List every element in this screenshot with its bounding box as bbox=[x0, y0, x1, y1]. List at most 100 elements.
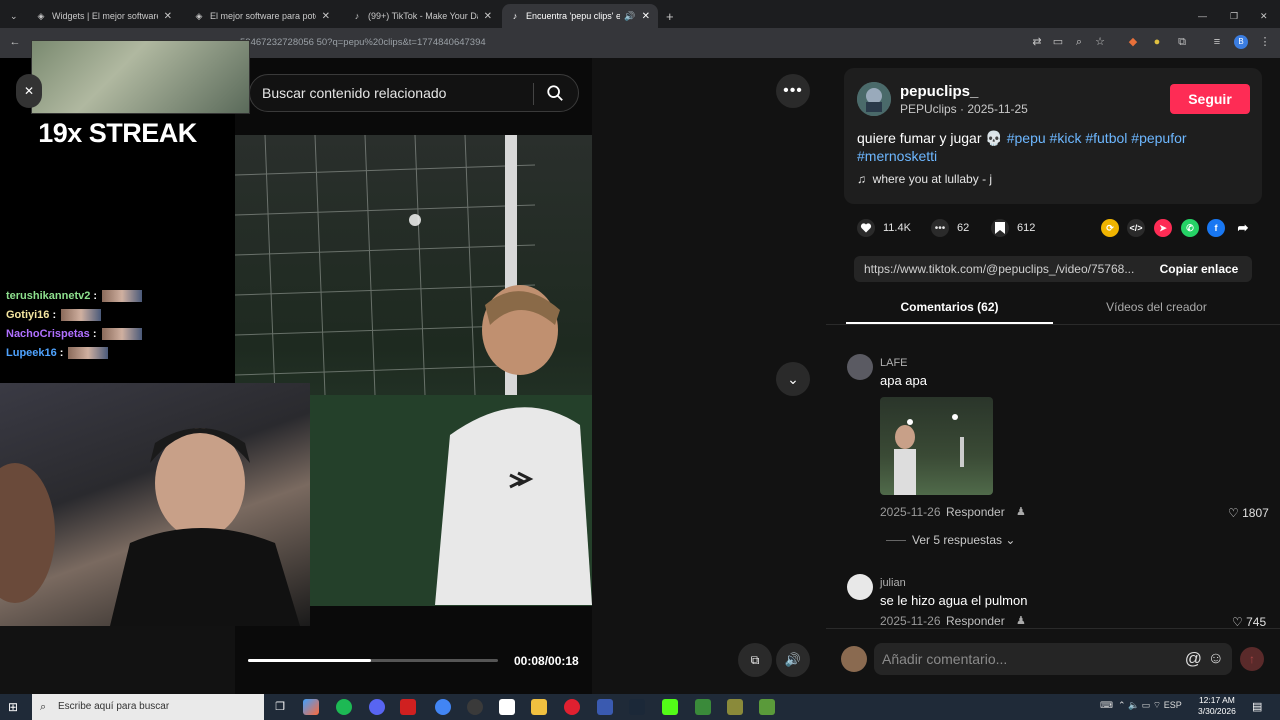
reading-list-icon[interactable]: ≡ bbox=[1210, 35, 1224, 49]
menu-kebab-icon[interactable]: ⋮ bbox=[1258, 35, 1272, 49]
minimize-button[interactable]: — bbox=[1194, 4, 1214, 28]
task-view-icon[interactable]: ❐ bbox=[272, 699, 288, 715]
taskbar-clock[interactable]: 12:17 AM 3/30/2026 bbox=[1198, 695, 1236, 717]
comment-image[interactable] bbox=[880, 397, 993, 495]
close-video-button[interactable]: ✕ bbox=[16, 74, 42, 108]
hashtag-link[interactable]: #futbol bbox=[1085, 130, 1127, 146]
extension-icon[interactable]: ◆ bbox=[1126, 35, 1140, 49]
like-button[interactable]: 11.4K bbox=[857, 219, 911, 237]
emoji-icon[interactable]: ☺ bbox=[1208, 643, 1224, 675]
facebook-icon[interactable]: f bbox=[1207, 219, 1225, 237]
tab-creator-videos[interactable]: Vídeos del creador bbox=[1053, 300, 1260, 314]
restore-button[interactable]: ❐ bbox=[1226, 4, 1246, 28]
volume-button[interactable]: 🔊 bbox=[776, 643, 810, 677]
extensions-puzzle-icon[interactable]: ⧉ bbox=[1175, 35, 1189, 49]
minecraft-launcher-icon[interactable] bbox=[759, 699, 775, 715]
comment-input[interactable]: Añadir comentario... @ ☺ bbox=[874, 643, 1232, 675]
app-icon[interactable] bbox=[727, 699, 743, 715]
browser-tab-1[interactable]: ◈ Widgets | El mejor software par ✕ bbox=[28, 4, 180, 28]
app-icon[interactable] bbox=[499, 699, 515, 715]
save-button[interactable]: 612 bbox=[991, 219, 1035, 237]
reply-button[interactable]: Responder bbox=[946, 614, 1005, 628]
comment-date: 2025-11-26 bbox=[880, 505, 941, 519]
comment-image-scene bbox=[894, 414, 964, 495]
system-tray[interactable]: ⌨ ⌃ 🔈 ▭ ⌔ ESP bbox=[1100, 700, 1182, 711]
share-arrow-icon[interactable]: ➦ bbox=[1234, 219, 1252, 237]
bookmark-icon bbox=[991, 219, 1009, 237]
close-tab-icon[interactable]: ✕ bbox=[484, 11, 492, 22]
creator-username[interactable]: pepuclips_ bbox=[900, 83, 978, 100]
chat-line: terushikannetv2 : bbox=[6, 290, 143, 302]
comment-count-button[interactable]: ••• 62 bbox=[931, 219, 969, 237]
zoom-icon[interactable]: ⌕ bbox=[1072, 35, 1086, 49]
embed-icon[interactable]: </> bbox=[1127, 219, 1145, 237]
comment-avatar[interactable] bbox=[847, 354, 873, 380]
search-input[interactable]: Buscar contenido relacionado bbox=[249, 74, 579, 112]
address-bar[interactable]: 58467232728056 50?q=pepu%20clips&t=17748… bbox=[240, 33, 1020, 53]
streamer-thumbnail-cam bbox=[31, 40, 250, 114]
notifications-icon[interactable]: ▤ bbox=[1252, 700, 1268, 716]
close-tab-icon[interactable]: ✕ bbox=[642, 11, 650, 22]
creator-avatar[interactable] bbox=[857, 82, 891, 116]
spotify-icon[interactable] bbox=[336, 699, 352, 715]
profile-avatar[interactable]: B bbox=[1234, 35, 1248, 49]
tab-search-button[interactable]: ⌄ bbox=[6, 4, 24, 28]
tab-comments[interactable]: Comentarios (62) bbox=[846, 300, 1053, 314]
volume-icon: 🔊 bbox=[784, 652, 802, 667]
audio-playing-icon[interactable]: 🔊 bbox=[624, 11, 635, 22]
follow-button[interactable]: Seguir bbox=[1170, 84, 1250, 114]
hashtag-link[interactable]: #mernosketti bbox=[857, 148, 937, 164]
hashtag-link[interactable]: #pepufor bbox=[1131, 130, 1186, 146]
minecraft-icon[interactable] bbox=[695, 699, 711, 715]
copy-link-button[interactable]: Copiar enlace bbox=[1146, 256, 1252, 282]
active-tab-indicator bbox=[846, 322, 1053, 324]
comment-like-button[interactable]: ♡ 745 bbox=[1232, 615, 1266, 629]
cast-icon[interactable]: ▭ bbox=[1051, 35, 1065, 49]
file-explorer-icon[interactable] bbox=[531, 699, 547, 715]
bookmark-star-icon[interactable]: ☆ bbox=[1093, 35, 1107, 49]
search-icon[interactable] bbox=[546, 84, 564, 102]
close-window-button[interactable]: ✕ bbox=[1256, 4, 1276, 28]
hashtag-link[interactable]: #pepu bbox=[1007, 130, 1046, 146]
browser-tab-2[interactable]: ◈ El mejor software para potencia ✕ bbox=[186, 4, 338, 28]
hashtag-link[interactable]: #kick bbox=[1050, 130, 1082, 146]
send-comment-button[interactable]: ↑ bbox=[1240, 647, 1264, 671]
mention-icon[interactable]: @ bbox=[1185, 643, 1202, 675]
whatsapp-icon[interactable]: ✆ bbox=[1181, 219, 1199, 237]
repost-icon[interactable]: ⟳ bbox=[1101, 219, 1119, 237]
browser-tab-3[interactable]: ♪ (99+) TikTok - Make Your Day ✕ bbox=[344, 4, 500, 28]
comment-username[interactable]: LAFE bbox=[880, 357, 908, 369]
extension-icon[interactable]: ● bbox=[1150, 35, 1164, 49]
app-icon[interactable] bbox=[597, 699, 613, 715]
taskbar-search-input[interactable]: ⌕ Escribe aquí para buscar bbox=[32, 694, 264, 720]
comment-like-button[interactable]: ♡ 1807 bbox=[1228, 506, 1269, 520]
comment-avatar[interactable] bbox=[847, 574, 873, 600]
mini-player-button[interactable]: ⧉ bbox=[738, 643, 772, 677]
obs-icon[interactable] bbox=[467, 699, 483, 715]
comment-username[interactable]: julian bbox=[880, 577, 906, 589]
heart-outline-icon: ♡ bbox=[1228, 506, 1243, 520]
close-tab-icon[interactable]: ✕ bbox=[322, 11, 330, 22]
discord-icon[interactable] bbox=[369, 699, 385, 715]
steam-icon[interactable] bbox=[629, 699, 645, 715]
app-icon[interactable] bbox=[400, 699, 416, 715]
browser-tab-4[interactable]: ♪ Encuentra 'pepu clips' en Ti 🔊 ✕ bbox=[502, 4, 658, 28]
send-to-friends-icon[interactable]: ➤ bbox=[1154, 219, 1172, 237]
kick-icon[interactable] bbox=[662, 699, 678, 715]
reply-button[interactable]: Responder bbox=[946, 505, 1005, 519]
music-info[interactable]: ♫ where you at lullaby - j bbox=[857, 172, 992, 186]
opera-icon[interactable] bbox=[564, 699, 580, 715]
windows-start-icon[interactable]: ⊞ bbox=[8, 700, 22, 714]
copilot-icon[interactable] bbox=[303, 699, 319, 715]
time-display: 00:08/00:18 bbox=[514, 654, 579, 668]
more-options-button[interactable]: ••• bbox=[776, 74, 810, 108]
translate-icon[interactable]: ⇄ bbox=[1030, 35, 1044, 49]
close-tab-icon[interactable]: ✕ bbox=[164, 11, 172, 22]
next-video-button[interactable]: ⌄ bbox=[776, 362, 810, 396]
view-replies-button[interactable]: Ver 5 respuestas ⌄ bbox=[886, 533, 1015, 547]
back-icon[interactable]: ← bbox=[8, 35, 22, 49]
video-link-field[interactable]: https://www.tiktok.com/@pepuclips_/video… bbox=[854, 256, 1146, 282]
chevron-up-icon: ⌃ bbox=[1118, 700, 1129, 710]
new-tab-button[interactable]: + bbox=[662, 4, 680, 28]
chrome-icon[interactable] bbox=[435, 699, 451, 715]
